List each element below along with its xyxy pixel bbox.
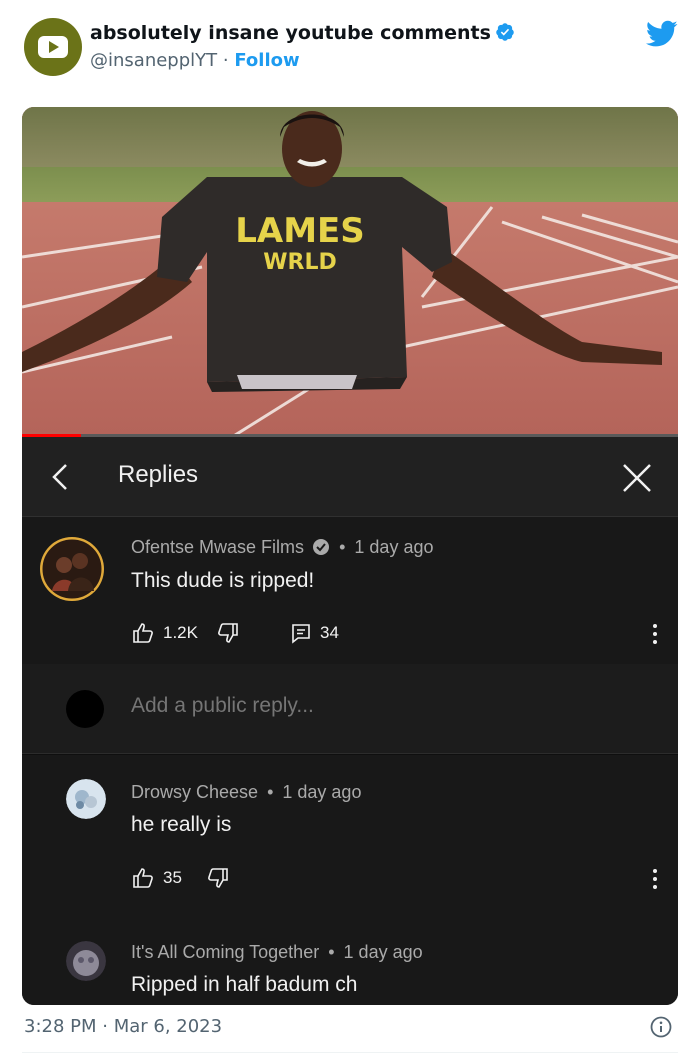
user-avatar <box>66 690 104 728</box>
thumbs-down-icon <box>218 623 238 643</box>
reply-comment: Drowsy Cheese • 1 day ago he really is 3… <box>22 755 678 915</box>
video-frame: LAMES WRLD <box>22 107 678 437</box>
back-chevron-icon[interactable] <box>46 461 76 493</box>
like-count: 1.2K <box>163 623 198 642</box>
thumbs-down-icon <box>208 868 228 888</box>
account-handle[interactable]: @insanepplYT <box>90 50 217 71</box>
comment-time: 1 day ago <box>354 537 434 557</box>
track-scene: LAMES WRLD <box>22 111 678 437</box>
reply-comment: It's All Coming Together • 1 day ago Rip… <box>22 915 678 1005</box>
public-reply-input[interactable] <box>131 694 631 718</box>
comment-author[interactable]: Drowsy Cheese <box>131 782 258 802</box>
like-count: 35 <box>163 868 182 887</box>
more-options-icon[interactable] <box>650 867 660 891</box>
bullet: • <box>267 782 274 802</box>
replies-header: Replies <box>22 437 678 517</box>
thumbs-up-icon <box>133 868 153 888</box>
comment-text: This dude is ripped! <box>131 569 315 592</box>
youtube-logo-icon <box>38 36 68 58</box>
verified-badge-icon <box>496 23 514 41</box>
reply-count-button[interactable]: 34 <box>290 622 339 644</box>
creator-check-icon <box>313 539 330 555</box>
commenter-avatar[interactable] <box>40 537 104 601</box>
shirt-text-line1: LAMES <box>235 211 365 251</box>
tweet-header: absolutely insane youtube comments @insa… <box>0 0 700 100</box>
handle-row: @insanepplYT · Follow <box>90 50 300 71</box>
comment-author[interactable]: It's All Coming Together <box>131 942 319 962</box>
dislike-button[interactable] <box>216 621 240 645</box>
comment-time: 1 day ago <box>343 942 423 962</box>
more-options-icon[interactable] <box>650 622 660 646</box>
comment-meta: Ofentse Mwase Films • 1 day ago <box>131 537 433 558</box>
tweet-timestamp[interactable]: 3:28 PM · Mar 6, 2023 <box>24 1016 222 1037</box>
bullet: • <box>339 537 346 557</box>
comment-actions: 1.2K 34 <box>131 620 339 646</box>
separator-dot: · <box>222 50 229 71</box>
close-icon[interactable] <box>620 461 654 495</box>
divider <box>22 1052 678 1053</box>
like-button[interactable]: 35 <box>131 866 182 890</box>
comment-author[interactable]: Ofentse Mwase Films <box>131 537 304 557</box>
comment-time: 1 day ago <box>282 782 362 802</box>
profile-avatar[interactable] <box>24 18 82 76</box>
comment-text: Ripped in half badum ch <box>131 973 358 996</box>
commenter-avatar[interactable] <box>66 941 106 981</box>
dislike-button[interactable] <box>206 866 230 890</box>
comment-text: he really is <box>131 813 232 836</box>
reply-count: 34 <box>319 623 339 642</box>
comment-meta: Drowsy Cheese • 1 day ago <box>131 782 361 803</box>
parent-comment: Ofentse Mwase Films • 1 day ago This dud… <box>22 517 678 664</box>
reply-box <box>22 664 678 754</box>
bullet: • <box>328 942 335 962</box>
tweet-media-image[interactable]: LAMES WRLD Replies Ofentse Mwase Films •… <box>22 107 678 1005</box>
follow-button[interactable]: Follow <box>234 50 299 71</box>
like-button[interactable]: 1.2K <box>131 621 198 645</box>
thumbs-up-icon <box>133 623 153 643</box>
twitter-bird-icon[interactable] <box>646 20 678 48</box>
replies-title: Replies <box>118 461 199 488</box>
reply-bubble-icon <box>292 624 310 644</box>
comment-meta: It's All Coming Together • 1 day ago <box>131 942 423 963</box>
display-name-text: absolutely insane youtube comments <box>90 22 491 44</box>
shirt-text-line2: WRLD <box>263 250 337 275</box>
info-icon[interactable] <box>650 1016 672 1038</box>
commenter-avatar[interactable] <box>66 779 106 819</box>
account-display-name[interactable]: absolutely insane youtube comments <box>90 22 515 44</box>
comment-actions: 35 <box>131 865 230 891</box>
